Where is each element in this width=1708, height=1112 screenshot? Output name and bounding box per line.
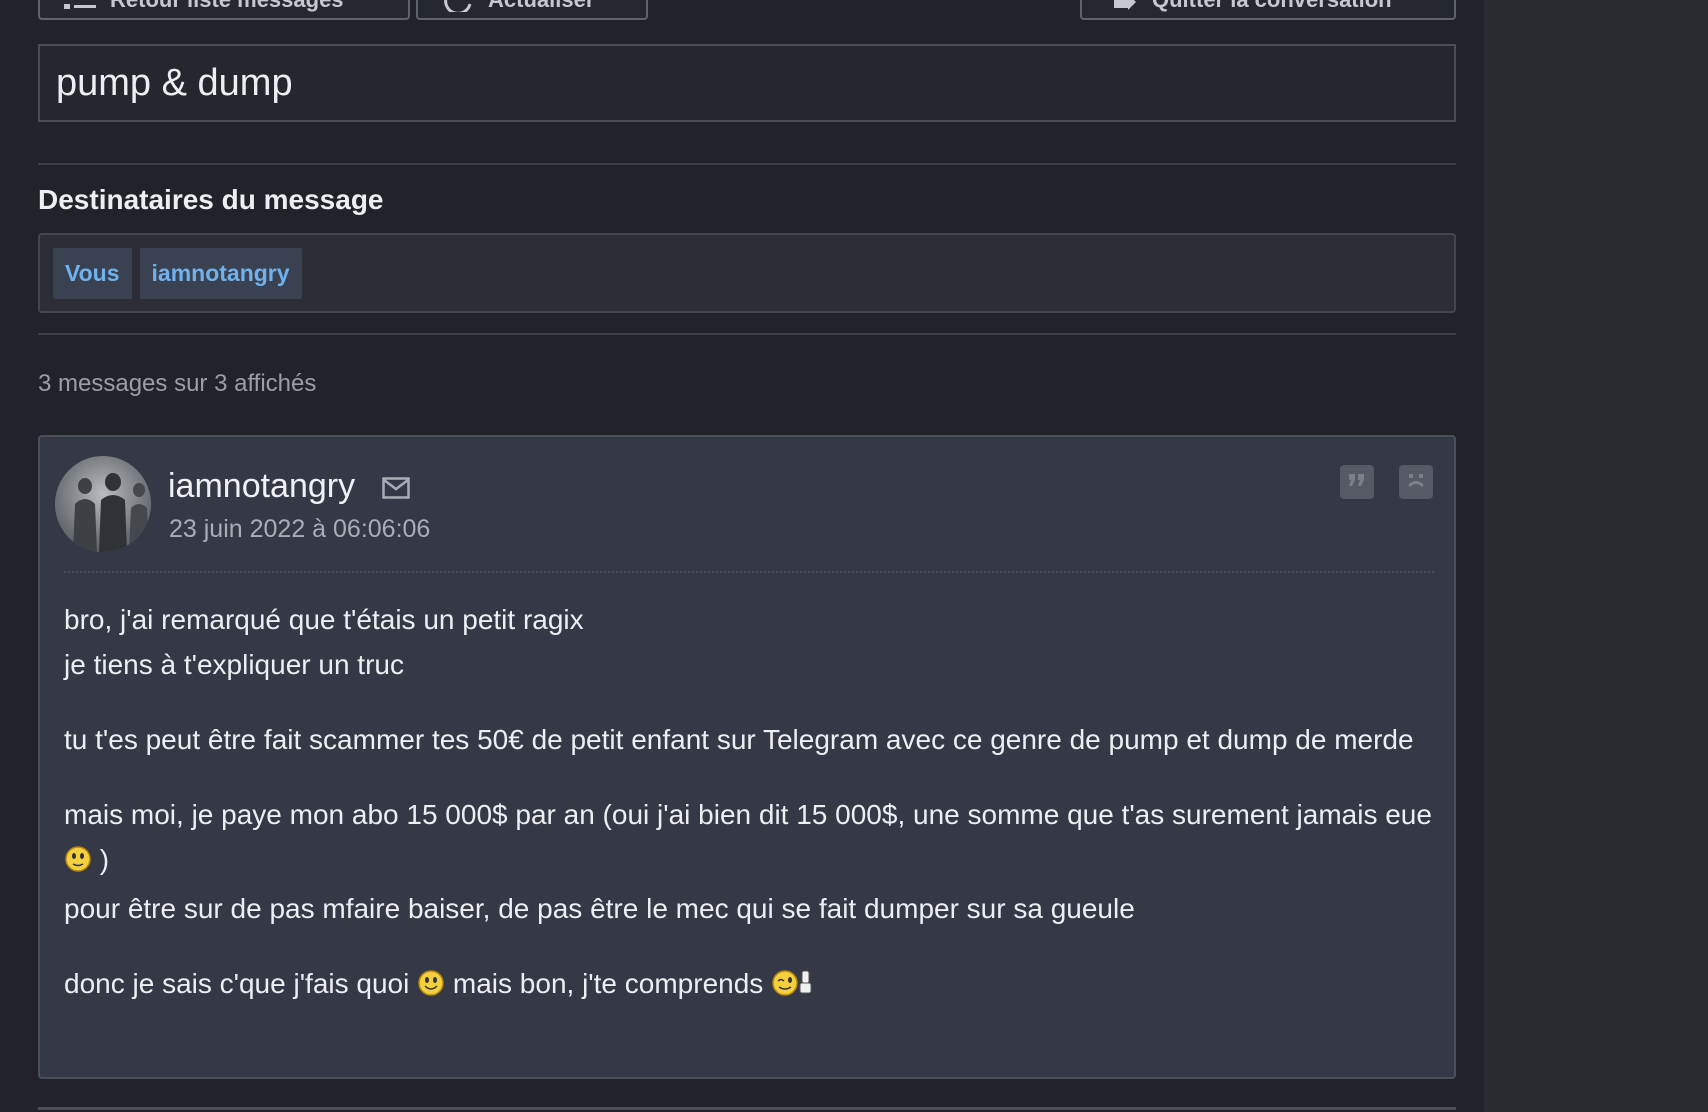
- conversation-title-box: pump & dump: [38, 44, 1456, 122]
- conversation-title: pump & dump: [56, 61, 293, 104]
- message-line: donc je sais c'que j'fais quoi: [64, 968, 418, 999]
- refresh-icon: [442, 0, 474, 15]
- message-date: 23 juin 2022 à 06:06:06: [169, 515, 431, 543]
- divider: [38, 163, 1456, 165]
- recipient-tag-you[interactable]: Vous: [53, 247, 132, 299]
- sad-face-icon: [1405, 471, 1427, 494]
- thumbs-up-smiley-icon: [771, 965, 817, 1010]
- recipient-tag-iamnotangry[interactable]: iamnotangry: [139, 247, 302, 299]
- list-icon: [64, 0, 96, 12]
- next-message-card-edge: [38, 1107, 1456, 1112]
- message-body: bro, j'ai remarqué que t'étais un petit …: [64, 597, 1434, 1040]
- message-card: iamnotangry 23 juin 2022 à 06:06:06 bro,…: [38, 435, 1456, 1079]
- right-sidebar-strip: [1484, 0, 1708, 1112]
- blush-smiley-icon: [64, 841, 92, 886]
- report-button[interactable]: [1399, 465, 1433, 499]
- refresh-button[interactable]: Actualiser: [416, 0, 648, 20]
- leave-conversation-label: Quitter la conversation: [1152, 0, 1392, 13]
- message-line: mais bon, j'te comprends: [445, 968, 772, 999]
- messages-count: 3 messages sur 3 affichés: [38, 370, 317, 397]
- message-line: tu t'es peut être fait scammer tes 50€ d…: [64, 724, 1414, 755]
- exit-icon: [1106, 0, 1138, 12]
- message-paragraph: donc je sais c'que j'fais quoi mais bon,…: [64, 961, 1434, 1010]
- message-line: pour être sur de pas mfaire baiser, de p…: [64, 893, 1135, 924]
- divider: [38, 333, 1456, 335]
- smiley-icon: [417, 965, 445, 1010]
- refresh-label: Actualiser: [488, 0, 594, 13]
- message-line: mais moi, je paye mon abo 15 000$ par an…: [64, 799, 1432, 830]
- message-paragraph: tu t'es peut être fait scammer tes 50€ d…: [64, 717, 1434, 762]
- quote-icon: [1347, 472, 1367, 493]
- back-to-list-label: Retour liste messages: [110, 0, 344, 13]
- back-to-list-button[interactable]: Retour liste messages: [38, 0, 410, 20]
- message-line: bro, j'ai remarqué que t'étais un petit …: [64, 604, 584, 635]
- message-paragraph: mais moi, je paye mon abo 15 000$ par an…: [64, 792, 1434, 931]
- message-line: je tiens à t'expliquer un truc: [64, 649, 404, 680]
- message-header-divider: [64, 571, 1434, 573]
- message-author[interactable]: iamnotangry: [168, 467, 355, 506]
- leave-conversation-button[interactable]: Quitter la conversation: [1080, 0, 1456, 20]
- message-paragraph: bro, j'ai remarqué que t'étais un petit …: [64, 597, 1434, 687]
- envelope-icon[interactable]: [382, 477, 410, 504]
- message-line: ): [92, 844, 110, 875]
- recipients-heading: Destinataires du message: [38, 184, 384, 215]
- quote-button[interactable]: [1340, 465, 1374, 499]
- recipients-list: Vous iamnotangry: [38, 233, 1456, 313]
- avatar[interactable]: [55, 456, 151, 552]
